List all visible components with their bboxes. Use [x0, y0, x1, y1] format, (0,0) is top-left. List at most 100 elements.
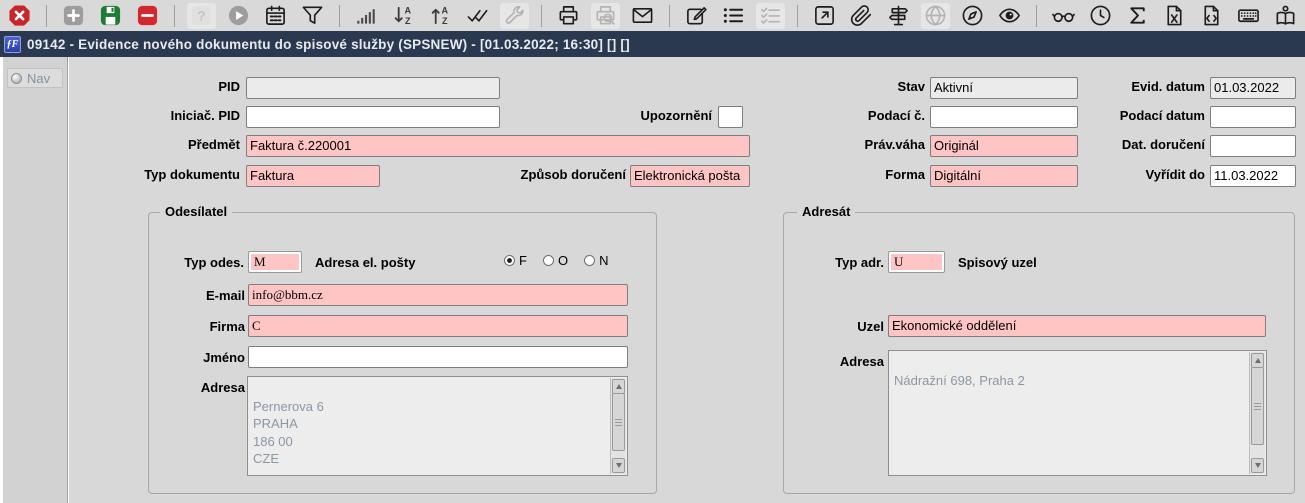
- scroll-thumb[interactable]: [612, 393, 625, 451]
- manual-icon[interactable]: [1271, 3, 1300, 29]
- wrench-icon[interactable]: [500, 2, 529, 29]
- delete-icon[interactable]: [133, 3, 162, 29]
- email-field[interactable]: info@bbm.cz: [248, 284, 628, 306]
- podaci-c-label: Podací č.: [867, 108, 925, 123]
- sidebar-item-nav[interactable]: Nav: [7, 68, 63, 88]
- list-icon[interactable]: [719, 3, 748, 29]
- external-link-icon[interactable]: [810, 3, 839, 29]
- sender-adresa-scrollbar[interactable]: [610, 378, 626, 474]
- scroll-down-icon[interactable]: [1251, 458, 1264, 473]
- iniciac-pid-label: Iniciač. PID: [170, 108, 240, 123]
- addressee-adresa-textarea[interactable]: Nádražní 698, Praha 2: [888, 350, 1267, 476]
- stav-label: Stav: [897, 79, 925, 94]
- pid-label: PID: [218, 79, 240, 94]
- sigma-icon[interactable]: [1123, 3, 1152, 29]
- toolbar-separator: [797, 4, 798, 27]
- svg-text:A: A: [442, 6, 449, 16]
- radio-n[interactable]: N: [584, 253, 608, 268]
- firma-label: Firma: [209, 319, 245, 334]
- sender-adresa-label: Adresa: [200, 380, 245, 395]
- nav-label: Nav: [27, 70, 51, 86]
- typ-odes-field[interactable]: M: [248, 251, 302, 273]
- close-icon[interactable]: [5, 3, 34, 29]
- podaci-datum-label: Podací datum: [1119, 108, 1205, 123]
- predmet-field[interactable]: Faktura č.220001: [246, 135, 750, 157]
- signpost-icon[interactable]: [884, 3, 913, 29]
- typ-dokumentu-field[interactable]: Faktura: [246, 165, 380, 187]
- globe-icon[interactable]: [921, 2, 950, 29]
- scroll-up-icon[interactable]: [612, 379, 625, 394]
- typ-adr-field[interactable]: U: [888, 251, 945, 273]
- scroll-thumb[interactable]: [1251, 367, 1264, 445]
- uzel-field[interactable]: Ekonomické oddělení: [888, 315, 1266, 337]
- paperclip-icon[interactable]: [847, 3, 876, 29]
- calendar-icon[interactable]: [261, 3, 290, 29]
- typ-dokumentu-label: Typ dokumentu: [144, 167, 240, 182]
- toolbar-separator: [46, 4, 47, 27]
- sort-desc-icon[interactable]: AZ: [389, 3, 418, 29]
- evid-datum-label: Evid. datum: [1131, 79, 1205, 94]
- mail-icon[interactable]: [628, 3, 657, 29]
- eye-icon[interactable]: [995, 3, 1024, 29]
- iniciac-pid-field[interactable]: [246, 106, 500, 128]
- forma-field[interactable]: Digitální: [930, 165, 1078, 187]
- excel-file-icon[interactable]: [1160, 3, 1189, 29]
- sort-asc-icon[interactable]: AZ: [426, 3, 455, 29]
- toolbar: ? A Z A Z: [0, 0, 1305, 31]
- toolbar-separator: [174, 4, 175, 27]
- prav-vaha-field[interactable]: Originál: [930, 135, 1078, 157]
- pid-field: [246, 77, 500, 99]
- toolbar-separator: [1036, 4, 1037, 27]
- print-preview-icon[interactable]: [591, 2, 620, 29]
- dat-doruceni-label: Dat. doručení: [1121, 137, 1205, 152]
- double-check-icon[interactable]: [463, 3, 492, 29]
- addressee-adresa-scrollbar[interactable]: [1249, 352, 1265, 474]
- scroll-up-icon[interactable]: [1251, 353, 1264, 368]
- addressee-adresa-label: Adresa: [839, 354, 884, 369]
- zpusob-doruceni-label: Způsob doručení: [520, 167, 626, 182]
- sender-adresa-textarea[interactable]: Pernerova 6 PRAHA 186 00 CZE: [247, 376, 628, 476]
- addressee-legend: Adresát: [797, 204, 856, 220]
- add-icon[interactable]: [59, 3, 88, 29]
- compass-icon[interactable]: [958, 3, 987, 29]
- podaci-datum-field[interactable]: [1210, 106, 1296, 128]
- upozorneni-label: Upozornění: [640, 108, 713, 123]
- checklist-icon[interactable]: [756, 2, 785, 29]
- zpusob-doruceni-field[interactable]: Elektronická pošta: [630, 165, 750, 187]
- jmeno-field[interactable]: [248, 346, 628, 368]
- svg-text:A: A: [405, 6, 412, 16]
- radio-o[interactable]: O: [542, 253, 568, 268]
- keyboard-icon[interactable]: [1234, 3, 1263, 29]
- filter-icon[interactable]: [298, 3, 327, 29]
- bar-chart-icon[interactable]: [352, 3, 381, 29]
- prav-vaha-label: Práv.váha: [864, 137, 925, 152]
- forma-label: Forma: [885, 167, 925, 182]
- window-icon: ƒF: [4, 35, 21, 53]
- edit-icon[interactable]: [682, 3, 711, 29]
- toolbar-separator: [541, 4, 542, 27]
- help-icon[interactable]: ?: [187, 2, 216, 29]
- play-icon[interactable]: [224, 3, 253, 29]
- code-file-icon[interactable]: [1197, 3, 1226, 29]
- podaci-c-field[interactable]: [930, 106, 1078, 128]
- firma-field[interactable]: C: [248, 315, 628, 337]
- stav-field: Aktivní: [930, 77, 1078, 99]
- toolbar-separator: [339, 4, 340, 27]
- radio-f[interactable]: F: [504, 253, 527, 268]
- typ-odes-label: Typ odes.: [184, 255, 244, 270]
- print-icon[interactable]: [554, 3, 583, 29]
- jmeno-label: Jméno: [203, 350, 245, 365]
- spisovy-uzel-label: Spisový uzel: [958, 255, 1037, 270]
- predmet-label: Předmět: [187, 137, 240, 152]
- nav-sidebar: Nav: [3, 57, 68, 503]
- vyridit-do-label: Vyřídit do: [1145, 167, 1205, 182]
- upozorneni-field[interactable]: [718, 106, 743, 128]
- email-type-radio-group: F O N: [504, 253, 608, 268]
- clock-icon[interactable]: [1086, 3, 1115, 29]
- glasses-icon[interactable]: [1049, 3, 1078, 29]
- vyridit-do-field[interactable]: 11.03.2022: [1210, 165, 1296, 187]
- save-icon[interactable]: [96, 3, 125, 29]
- toolbar-separator: [669, 4, 670, 27]
- scroll-down-icon[interactable]: [612, 458, 625, 473]
- dat-doruceni-field[interactable]: [1210, 135, 1296, 157]
